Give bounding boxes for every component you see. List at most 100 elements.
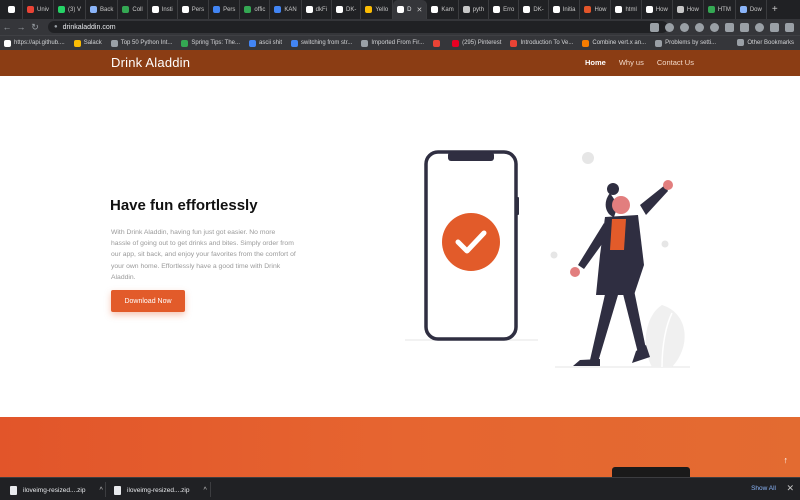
browser-tab[interactable]: Initia	[549, 0, 581, 19]
tab-favicon-icon	[676, 6, 684, 13]
bookmark-item[interactable]: (295) Pinterest	[452, 39, 501, 47]
browser-tab[interactable]: D ✕	[393, 0, 428, 19]
tab-favicon-icon	[58, 6, 66, 13]
extension-icon[interactable]	[710, 22, 719, 32]
lock-icon: ●	[54, 24, 58, 30]
other-bookmarks[interactable]: Other Bookmarks	[737, 39, 794, 46]
extension-icon[interactable]	[680, 22, 689, 32]
tab-label: Yello	[375, 6, 389, 13]
extension-icon[interactable]	[725, 22, 734, 32]
bookmark-item[interactable]: Combine vert.x an...	[582, 39, 646, 47]
bookmark-favicon-icon	[433, 39, 441, 47]
browser-tab[interactable]: Pers	[178, 0, 210, 19]
tab-label: Back	[100, 6, 114, 13]
other-bookmarks-label: Other Bookmarks	[747, 39, 794, 46]
browser-tab[interactable]: Back	[86, 0, 119, 19]
hero-illustration	[405, 150, 690, 368]
store-badge-partial	[612, 467, 690, 477]
bookmark-favicon-icon	[291, 39, 299, 47]
tab-label: DK-	[346, 6, 357, 13]
browser-tab[interactable]: HTM	[704, 0, 736, 19]
browser-tab[interactable]: Erro	[489, 0, 520, 19]
bookmark-item[interactable]: https://api.github....	[4, 39, 65, 47]
browser-tab[interactable]: (3) V	[54, 0, 87, 19]
bookmark-item[interactable]: Problems by setti...	[655, 39, 716, 47]
star-icon[interactable]	[665, 22, 674, 32]
tab-label: Insti	[161, 6, 173, 13]
extensions-puzzle-icon[interactable]	[740, 22, 749, 32]
nav-home[interactable]: Home	[585, 58, 606, 67]
browser-tab[interactable]: dkFi	[302, 0, 333, 19]
bookmark-favicon-icon	[361, 39, 369, 47]
tab-close-icon[interactable]: ✕	[417, 6, 423, 14]
bookmark-item[interactable]: Top 50 Python Int...	[110, 39, 173, 47]
browser-tab[interactable]: How	[642, 0, 673, 19]
browser-tab[interactable]: html	[611, 0, 642, 19]
download-filename: iloveimg-resized....zip	[23, 486, 86, 494]
browser-tab[interactable]: DK-	[519, 0, 549, 19]
bookmark-favicon-icon	[181, 39, 189, 47]
download-item[interactable]: iloveimg-resized....zip ^	[10, 483, 103, 497]
url-text: drinkaladdin.com	[62, 23, 116, 31]
browser-tab[interactable]: Dow	[736, 0, 767, 19]
bookmark-item[interactable]: switching from str...	[291, 39, 353, 47]
scroll-to-top-icon[interactable]: ↑	[784, 455, 789, 465]
browser-tab[interactable]: Univ	[23, 0, 55, 19]
bookmark-favicon-icon	[582, 39, 590, 47]
address-bar[interactable]: ● drinkaladdin.com	[48, 21, 668, 33]
download-now-button[interactable]: Download Now	[111, 290, 185, 312]
download-item[interactable]: iloveimg-resized....zip ^	[114, 483, 207, 497]
browser-tab[interactable]	[4, 0, 23, 19]
tab-label: dkFi	[315, 6, 328, 13]
tab-label: Dow	[749, 6, 762, 13]
back-icon[interactable]: ←	[0, 22, 14, 32]
browser-tab[interactable]: Pers	[209, 0, 241, 19]
tab-label: How	[655, 6, 668, 13]
browser-tab[interactable]: offic	[240, 0, 271, 19]
forward-icon[interactable]: →	[14, 22, 28, 32]
tab-favicon-icon	[8, 6, 15, 13]
bookmark-item[interactable]: Introduction To Ve...	[510, 39, 573, 47]
close-icon[interactable]: ✕	[786, 483, 794, 494]
bookmark-favicon-icon	[4, 39, 11, 47]
show-all-button[interactable]: Show All	[751, 485, 776, 492]
tab-label: How	[686, 6, 699, 13]
browser-tab[interactable]: Yello	[361, 0, 394, 19]
tab-label: Pers	[223, 6, 236, 13]
share-icon[interactable]	[650, 22, 659, 32]
bookmark-favicon-icon	[249, 39, 257, 47]
tab-favicon-icon	[584, 6, 592, 13]
download-filename: iloveimg-resized....zip	[127, 486, 190, 494]
browser-tab[interactable]: KAN	[270, 0, 302, 19]
new-tab-icon[interactable]: +	[767, 4, 783, 15]
bookmark-label: https://api.github....	[14, 40, 65, 46]
browser-tab[interactable]: DK-	[332, 0, 362, 19]
chevron-up-icon[interactable]: ^	[100, 487, 103, 494]
nav-contact-us[interactable]: Contact Us	[657, 58, 694, 67]
bookmark-label: switching from str...	[301, 40, 353, 46]
bookmark-item[interactable]: Salack	[73, 39, 102, 47]
profile-avatar[interactable]	[755, 22, 764, 32]
extension-icon[interactable]	[695, 22, 704, 32]
browser-tab[interactable]: How	[580, 0, 612, 19]
menu-icon[interactable]	[785, 22, 794, 32]
browser-tab[interactable]: pyth	[459, 0, 490, 19]
bookmark-favicon-icon	[452, 39, 460, 47]
chevron-up-icon[interactable]: ^	[204, 487, 207, 494]
bookmark-item[interactable]: ascii shit	[249, 39, 282, 47]
bookmark-label: Top 50 Python Int...	[120, 40, 173, 46]
bookmark-item[interactable]: Spring Tips: The...	[181, 39, 240, 47]
nav-why-us[interactable]: Why us	[619, 58, 644, 67]
bookmark-item[interactable]	[433, 39, 443, 47]
browser-tab[interactable]: Kam	[427, 0, 459, 19]
tab-label: DK-	[533, 6, 544, 13]
bookmark-item[interactable]: Imported From Fir...	[361, 39, 424, 47]
browser-tab[interactable]: How	[673, 0, 704, 19]
browser-tab[interactable]: Coll	[118, 0, 148, 19]
site-nav: Home Why us Contact Us	[585, 58, 694, 67]
browser-tab[interactable]: Insti	[148, 0, 178, 19]
reload-icon[interactable]: ↻	[28, 22, 42, 33]
browser-toolbar: ← → ↻ ● drinkaladdin.com	[0, 19, 800, 35]
sidebar-icon[interactable]	[770, 22, 779, 32]
brand-logo[interactable]: Drink Aladdin	[111, 55, 190, 70]
